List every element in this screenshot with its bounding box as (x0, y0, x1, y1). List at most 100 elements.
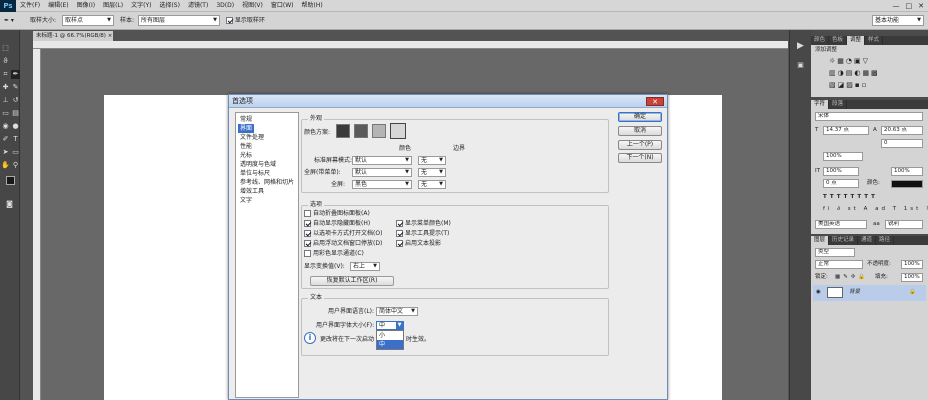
language-select[interactable]: 美国英语 (815, 220, 867, 229)
fullscreen-menu-color-select[interactable]: 默认 ▼ (352, 168, 412, 177)
ok-button[interactable]: 确定 (618, 112, 662, 122)
menu-filter[interactable]: 滤镜(T) (184, 0, 212, 12)
category-performance[interactable]: 性能 (238, 142, 254, 151)
category-interface[interactable]: 界面 (238, 124, 255, 133)
color-scheme-swatch-2[interactable] (354, 124, 368, 138)
baseline-field[interactable]: 0 点 (823, 179, 859, 188)
dropdown-option-medium[interactable]: 中 (377, 340, 403, 349)
tab-swatches[interactable]: 色板 (829, 36, 848, 45)
document-tab[interactable]: 未标题-1 @ 66.7%(RGB/8) × (33, 31, 113, 41)
auto-show-panels-checkbox[interactable]: 自动显示隐藏面板(H) (304, 219, 370, 228)
tooltips-checkbox[interactable]: 显示工具提示(T) (396, 229, 449, 238)
dodge-tool-icon[interactable]: ● (11, 122, 20, 131)
menu-layer[interactable]: 图层(L) (99, 0, 127, 12)
color-scheme-swatch-3[interactable] (372, 124, 386, 138)
next-button[interactable]: 下一个(N) (618, 153, 662, 163)
category-guides[interactable]: 参考线、网格和切片 (238, 178, 296, 187)
fill-field[interactable]: 100% (901, 273, 923, 282)
tab-paths[interactable]: 路径 (876, 236, 895, 245)
close-window-button[interactable]: ✕ (918, 0, 924, 12)
tab-paragraph[interactable]: 段落 (829, 100, 848, 109)
foreground-color-swatch[interactable] (6, 176, 15, 185)
category-file-handling[interactable]: 文件处理 (238, 133, 266, 142)
history-brush-icon[interactable]: ↺ (11, 96, 20, 105)
category-cursors[interactable]: 光标 (238, 151, 254, 160)
eye-icon[interactable]: ◉ (816, 288, 821, 297)
crop-tool-icon[interactable]: ⌗ (1, 70, 10, 79)
horizontal-scale-field[interactable]: 100% (891, 167, 923, 176)
shape-tool-icon[interactable]: ▭ (11, 148, 20, 157)
adjustment-icons-row1[interactable]: ☼▦◔▣▽ (829, 57, 870, 66)
layer-row[interactable]: ◉ 背景 🔒 (813, 285, 926, 301)
category-general[interactable]: 常规 (238, 115, 254, 124)
menu-type[interactable]: 文字(Y) (127, 0, 155, 12)
tracking-field[interactable]: 0 (881, 139, 923, 148)
text-shadow-checkbox[interactable]: 启用文本投影 (396, 239, 441, 248)
auto-collapse-checkbox[interactable]: 自动折叠图标面板(A) (304, 209, 370, 218)
sample-select[interactable]: 所有图层 ▼ (138, 15, 220, 26)
lasso-tool-icon[interactable]: ϑ (1, 57, 10, 66)
opentype-buttons[interactable]: fi ∂ st A ad T 1st ½ (823, 205, 928, 214)
category-plugins[interactable]: 增效工具 (238, 187, 266, 196)
type-tool-icon[interactable]: T (11, 135, 20, 144)
marquee-tool-icon[interactable]: ⬚ (1, 44, 10, 53)
tsume-field[interactable]: 100% (823, 152, 863, 161)
menu-select[interactable]: 选择(S) (155, 0, 184, 12)
font-family-select[interactable]: 宋体 (815, 112, 923, 121)
leading-field[interactable]: 20.63 点 (881, 126, 923, 135)
tab-channels[interactable]: 通道 (858, 236, 877, 245)
eraser-tool-icon[interactable]: ▭ (1, 109, 10, 118)
dropdown-option-small[interactable]: 小 (377, 331, 403, 340)
color-scheme-swatch-4[interactable] (390, 123, 406, 139)
prev-button[interactable]: 上一个(P) (618, 140, 662, 150)
fullscreen-border-select[interactable]: 无 ▼ (418, 180, 446, 189)
menu-image[interactable]: 图像(I) (73, 0, 99, 12)
dialog-close-button[interactable]: ✕ (646, 97, 664, 106)
antialias-select[interactable]: 锐利 (885, 220, 923, 229)
menu-file[interactable]: 文件(F) (16, 0, 44, 12)
show-ring-checkbox[interactable]: 显示取样环 (226, 15, 265, 26)
brush-tool-icon[interactable]: ✎ (11, 83, 20, 92)
tab-layers[interactable]: 图层 (811, 236, 830, 245)
vertical-scale-field[interactable]: 100% (823, 167, 859, 176)
opacity-field[interactable]: 100% (901, 260, 923, 269)
transform-values-select[interactable]: 右上 ▼ (350, 262, 380, 271)
menu-view[interactable]: 视图(V) (238, 0, 267, 12)
blend-mode-select[interactable]: 正常 (815, 260, 863, 269)
type-style-buttons[interactable]: TTTTTTTT (823, 193, 878, 202)
path-select-icon[interactable]: ➤ (1, 148, 10, 157)
stamp-tool-icon[interactable]: ⊥ (1, 96, 10, 105)
eyedropper-tool-icon[interactable]: ✒ (11, 70, 20, 79)
quick-mask-icon[interactable]: ◙ (5, 200, 14, 209)
menu-help[interactable]: 帮助(H) (298, 0, 327, 12)
tab-history[interactable]: 历史记录 (829, 236, 859, 245)
font-size-field[interactable]: 14.37 点 (823, 126, 869, 135)
menu-window[interactable]: 窗口(W) (267, 0, 298, 12)
open-as-tabs-checkbox[interactable]: 以选项卡方式打开文档(O) (304, 229, 382, 238)
category-units[interactable]: 单位与标尺 (238, 169, 272, 178)
adjustment-icons-row2[interactable]: ▥◑▤◐▦▩ (829, 69, 880, 78)
minimize-button[interactable]: — (893, 0, 900, 12)
tab-color[interactable]: 颜色 (811, 36, 830, 45)
floating-dock-checkbox[interactable]: 启用浮动文档窗口停放(D) (304, 239, 382, 248)
pen-tool-icon[interactable]: ✐ (1, 135, 10, 144)
fullscreen-color-select[interactable]: 黑色 ▼ (352, 180, 412, 189)
menu-edit[interactable]: 编辑(E) (44, 0, 72, 12)
tab-character[interactable]: 字符 (811, 100, 830, 109)
gradient-tool-icon[interactable]: ▤ (11, 109, 20, 118)
menu-3d[interactable]: 3D(D) (212, 0, 238, 12)
tab-styles[interactable]: 样式 (865, 36, 884, 45)
sample-size-select[interactable]: 取样点 ▼ (62, 15, 114, 26)
blur-tool-icon[interactable]: ◉ (1, 122, 10, 131)
healing-tool-icon[interactable]: ✚ (1, 83, 10, 92)
layer-kind-select[interactable]: 类型 (815, 248, 855, 257)
text-color-swatch[interactable] (891, 180, 923, 188)
maximize-button[interactable]: □ (906, 0, 913, 12)
category-transparency[interactable]: 透明度与色域 (238, 160, 278, 169)
history-icon[interactable]: ▣ (796, 61, 805, 70)
standard-mode-border-select[interactable]: 无 ▼ (418, 156, 446, 165)
play-icon[interactable]: ▶ (796, 42, 805, 51)
tab-adjustments[interactable]: 调整 (847, 36, 866, 45)
lock-icons[interactable]: ▦✎✢🔒 (835, 273, 868, 282)
color-channels-checkbox[interactable]: 用彩色显示通道(C) (304, 249, 364, 258)
